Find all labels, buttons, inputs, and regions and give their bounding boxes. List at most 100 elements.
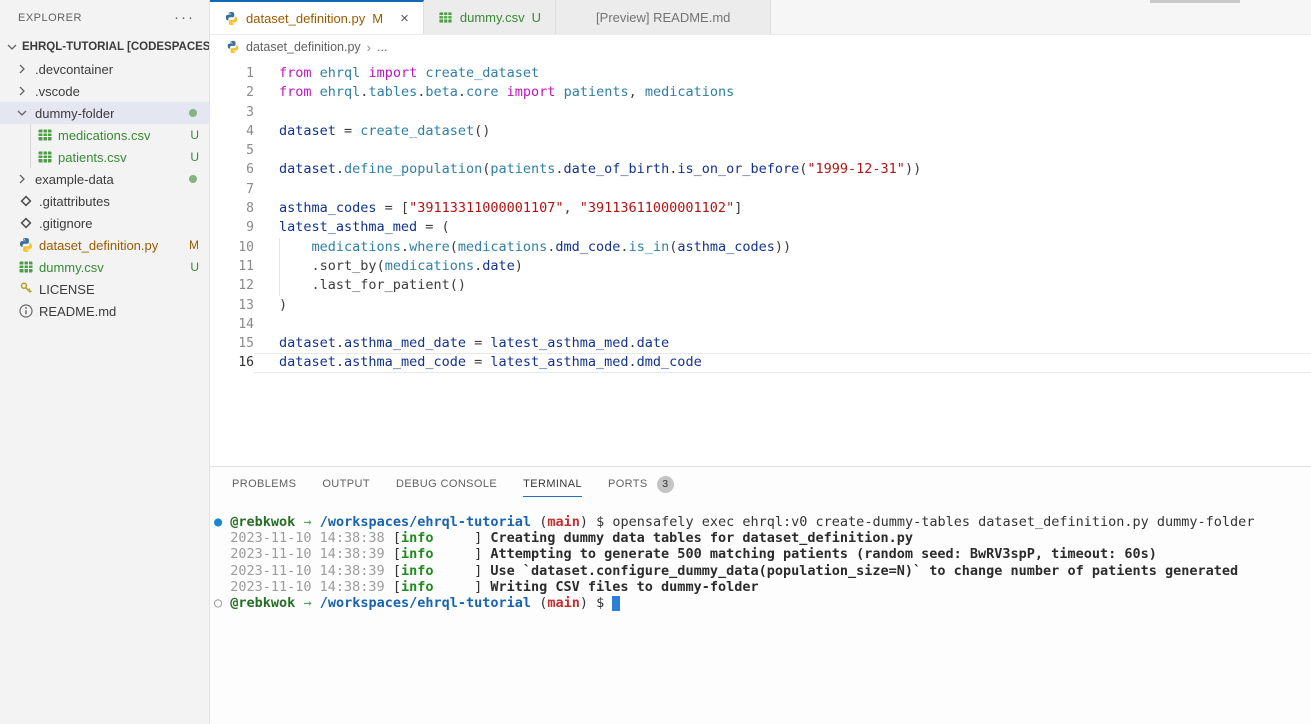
indent-guide <box>279 257 280 276</box>
code-line-7: 7 <box>210 180 1311 199</box>
panel-tab-terminal[interactable]: TERMINAL <box>523 467 582 501</box>
file-label: dummy-folder <box>35 106 114 121</box>
terminal[interactable]: ● @rebkwok → /workspaces/ehrql-tutorial … <box>210 501 1311 611</box>
indent-guide <box>279 238 280 257</box>
git-status-badge: U <box>190 260 199 274</box>
terminal-line: 2023-11-10 14:38:39 [info ] Writing CSV … <box>214 579 1311 595</box>
python-icon <box>18 237 34 253</box>
more-actions-icon[interactable]: ··· <box>174 13 195 23</box>
code-line-11: 11 .sort_by(medications.date) <box>210 257 1311 276</box>
code-line-4: 4dataset = create_dataset() <box>210 122 1311 141</box>
code-line-9: 9latest_asthma_med = ( <box>210 218 1311 237</box>
line-number: 8 <box>210 199 254 218</box>
tab-label: [Preview] README.md <box>596 10 730 25</box>
terminal-line: 2023-11-10 14:38:39 [info ] Use `dataset… <box>214 563 1311 579</box>
close-icon[interactable]: × <box>400 11 409 26</box>
sidebar-item-license[interactable]: LICENSE <box>0 278 209 300</box>
line-number: 2 <box>210 83 254 102</box>
line-number: 1 <box>210 64 254 83</box>
table-icon <box>18 259 34 275</box>
panel-tab-label: PORTS <box>608 478 648 490</box>
ports-count-badge: 3 <box>657 476 674 493</box>
vscode-window: EXPLORER ··· EHRQL-TUTORIAL [CODESPACES:… <box>0 0 1311 724</box>
explorer-sidebar: EXPLORER ··· EHRQL-TUTORIAL [CODESPACES:… <box>0 0 210 724</box>
chevron-right-icon <box>14 83 30 99</box>
code-line-15: 15dataset.asthma_med_date = latest_asthm… <box>210 334 1311 353</box>
line-number: 13 <box>210 296 254 315</box>
git-status-badge: M <box>372 11 383 26</box>
tab-scrollbar[interactable] <box>1150 0 1240 3</box>
code-editor[interactable]: 1from ehrql import create_dataset2from e… <box>210 59 1311 466</box>
panel-tab-problems[interactable]: PROBLEMS <box>232 467 296 501</box>
chevron-down-icon <box>4 39 20 55</box>
file-label: .devcontainer <box>35 62 113 77</box>
key-icon <box>18 281 34 297</box>
indent-guide <box>30 146 31 168</box>
sidebar-item-vscode[interactable]: .vscode <box>0 80 209 102</box>
indent-guide <box>30 124 31 146</box>
sidebar-item-medications-csv[interactable]: medications.csv U <box>0 124 209 146</box>
line-number: 12 <box>210 276 254 295</box>
file-label: .vscode <box>35 84 80 99</box>
file-label: README.md <box>39 304 116 319</box>
tab-bar-tabs: dataset_definition.pyM×dummy.csvU[Previe… <box>210 0 771 34</box>
line-number: 16 <box>210 353 254 372</box>
git-status-badge: U <box>532 10 541 25</box>
python-icon <box>226 40 240 54</box>
chevron-right-icon <box>14 61 30 77</box>
sidebar-item-dummy-folder[interactable]: dummy-folder <box>0 102 209 124</box>
table-icon <box>438 10 453 25</box>
tab-label: dummy.csv <box>460 10 525 25</box>
git-status-badge: U <box>190 150 199 164</box>
bottom-panel: PROBLEMS OUTPUT DEBUG CONSOLE TERMINAL PORTS… <box>210 466 1311 724</box>
sidebar-item-dataset-definition-py[interactable]: dataset_definition.py M <box>0 234 209 256</box>
line-number: 14 <box>210 315 254 334</box>
git-status-badge: U <box>190 128 199 142</box>
code-line-1: 1from ehrql import create_dataset <box>210 64 1311 83</box>
panel-tab-debug-console[interactable]: DEBUG CONSOLE <box>396 467 497 501</box>
workspace-root-row[interactable]: EHRQL-TUTORIAL [CODESPACES:... <box>0 36 209 58</box>
sidebar-item-gitignore[interactable]: .gitignore <box>0 212 209 234</box>
info-icon <box>18 303 34 319</box>
terminal-line: ● @rebkwok → /workspaces/ehrql-tutorial … <box>214 514 1311 530</box>
tab-dummy-csv[interactable]: dummy.csv U <box>424 0 556 34</box>
code-line-13: 13) <box>210 296 1311 315</box>
file-label: patients.csv <box>58 150 127 165</box>
breadcrumb-file: dataset_definition.py <box>246 40 361 54</box>
line-number: 10 <box>210 238 254 257</box>
breadcrumb-more: ... <box>377 40 387 54</box>
terminal-cursor <box>612 596 620 611</box>
table-icon <box>37 127 53 143</box>
git-status-badge: M <box>189 238 199 252</box>
panel-tab-output[interactable]: OUTPUT <box>322 467 370 501</box>
sidebar-item-gitattributes[interactable]: .gitattributes <box>0 190 209 212</box>
changes-dot-badge <box>189 175 197 183</box>
file-label: medications.csv <box>58 128 150 143</box>
panel-tab-label: DEBUG CONSOLE <box>396 478 497 490</box>
sidebar-item-dummy-csv[interactable]: dummy.csv U <box>0 256 209 278</box>
line-number: 11 <box>210 257 254 276</box>
tab-preview-readme-md[interactable]: [Preview] README.md <box>556 0 771 34</box>
tab-dataset-definition-py[interactable]: dataset_definition.pyM× <box>210 0 424 34</box>
file-label: dummy.csv <box>39 260 104 275</box>
breadcrumb[interactable]: dataset_definition.py › ... <box>210 35 1311 59</box>
sidebar-item-readme-md[interactable]: README.md <box>0 300 209 322</box>
file-label: LICENSE <box>39 282 95 297</box>
code-line-12: 12 .last_for_patient() <box>210 276 1311 295</box>
workspace-root-label: EHRQL-TUTORIAL [CODESPACES:... <box>22 41 209 53</box>
panel-tab-label: OUTPUT <box>322 478 370 490</box>
table-icon <box>37 149 53 165</box>
sidebar-item-devcontainer[interactable]: .devcontainer <box>0 58 209 80</box>
sidebar-item-example-data[interactable]: example-data <box>0 168 209 190</box>
code-line-6: 6dataset.define_population(patients.date… <box>210 160 1311 179</box>
code-line-16: 16dataset.asthma_med_code = latest_asthm… <box>210 353 1311 372</box>
code-line-2: 2from ehrql.tables.beta.core import pati… <box>210 83 1311 102</box>
terminal-line: 2023-11-10 14:38:38 [info ] Creating dum… <box>214 530 1311 546</box>
indent-guide <box>279 276 280 295</box>
panel-tab-ports[interactable]: PORTS 3 <box>608 467 674 501</box>
chevron-down-icon <box>14 105 30 121</box>
line-number: 3 <box>210 103 254 122</box>
file-label: dataset_definition.py <box>39 238 158 253</box>
sidebar-item-patients-csv[interactable]: patients.csv U <box>0 146 209 168</box>
editor-region: dataset_definition.py M × dummy.csv U [Previe… <box>210 0 1311 724</box>
